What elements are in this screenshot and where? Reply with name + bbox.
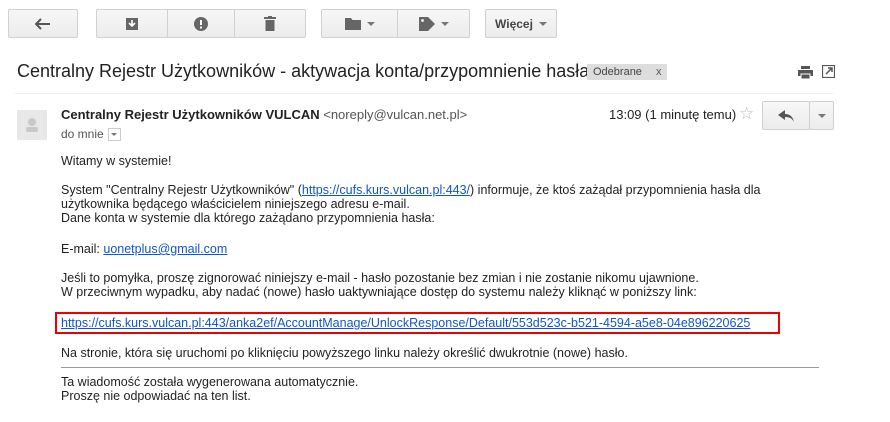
action-button-group <box>96 9 306 38</box>
recipient-label: do mnie <box>61 127 104 141</box>
labels-button[interactable] <box>398 9 470 38</box>
chevron-down-icon <box>538 21 547 26</box>
email-timestamp: 13:09 (1 minutę temu) <box>609 107 737 122</box>
sender-name: Centralny Rejestr Użytkowników VULCAN <box>61 107 320 122</box>
avatar <box>17 110 47 140</box>
account-email-line: E-mail: uonetplus@gmail.com <box>61 242 227 256</box>
archive-button[interactable] <box>96 9 168 38</box>
more-button[interactable]: Więcej <box>485 9 557 38</box>
reset-link-line: https://cufs.kurs.vulcan.pl:443/anka2ef/… <box>61 316 750 330</box>
chevron-down-icon <box>440 21 449 26</box>
label-text: Odebrane <box>593 66 642 78</box>
back-button[interactable] <box>8 9 78 38</box>
back-arrow-icon <box>35 17 50 30</box>
trash-icon <box>264 16 276 31</box>
chevron-down-icon <box>366 21 375 26</box>
p3-line-1: Jeśli to pomyłka, proszę zignorować nini… <box>61 271 699 285</box>
print-icon[interactable] <box>798 66 813 79</box>
person-icon <box>26 118 38 132</box>
more-button-label: Więcej <box>495 16 533 31</box>
more-options-button[interactable] <box>809 101 834 130</box>
delete-button[interactable] <box>235 9 306 38</box>
cufs-link[interactable]: https://cufs.kurs.vulcan.pl:443/ <box>302 183 470 197</box>
organize-button-group <box>321 9 470 38</box>
paragraph-1: System "Centralny Rejestr Użytkowników" … <box>61 183 760 225</box>
footer-line-2: Proszę nie odpowiadać na ten list. <box>61 389 251 403</box>
sender-email: <noreply@vulcan.net.pl> <box>323 107 468 122</box>
p1-text-b: ) informuje, że ktoś zażądał przypomnien… <box>470 183 761 197</box>
p3-line-2: W przeciwnym wypadku, aby nadać (nowe) h… <box>61 285 697 299</box>
inbox-label-chip: Odebrane x <box>587 64 668 80</box>
chevron-down-icon <box>817 113 826 118</box>
paragraph-3: Jeśli to pomyłka, proszę zignorować nini… <box>61 271 699 299</box>
p1-text-a: System "Centralny Rejestr Użytkowników" … <box>61 183 302 197</box>
p1-line-3: Dane konta w systemie dla którego zażąda… <box>61 211 435 225</box>
reply-icon <box>778 109 794 122</box>
archive-icon <box>126 17 138 30</box>
show-details-button[interactable] <box>107 127 121 141</box>
report-spam-button[interactable] <box>168 9 235 38</box>
spam-icon <box>194 16 208 31</box>
email-label: E-mail: <box>61 242 104 256</box>
reset-password-link[interactable]: https://cufs.kurs.vulcan.pl:443/anka2ef/… <box>61 316 750 330</box>
header-divider <box>15 93 833 94</box>
p1-line-2: użytkownika będącego właścicielem niniej… <box>61 197 410 211</box>
remove-label-button[interactable]: x <box>656 66 662 78</box>
reply-button[interactable] <box>762 101 810 130</box>
sender: Centralny Rejestr Użytkowników VULCAN <n… <box>61 107 467 122</box>
greeting: Witamy w systemie! <box>61 154 172 168</box>
email-subject: Centralny Rejestr Użytkowników - aktywac… <box>17 61 590 81</box>
account-email-link[interactable]: uonetplus@gmail.com <box>103 242 227 256</box>
footer: Ta wiadomość została wygenerowana automa… <box>61 375 358 403</box>
open-new-window-icon[interactable] <box>822 65 835 78</box>
star-icon[interactable]: ☆ <box>739 104 754 124</box>
recipients: do mnie <box>61 127 121 141</box>
paragraph-4: Na stronie, która się uruchomi po klikni… <box>61 346 628 360</box>
tag-icon <box>418 16 435 31</box>
signature-divider <box>61 367 819 368</box>
folder-icon <box>344 18 361 30</box>
move-to-button[interactable] <box>321 9 398 38</box>
footer-line-1: Ta wiadomość została wygenerowana automa… <box>61 375 359 389</box>
